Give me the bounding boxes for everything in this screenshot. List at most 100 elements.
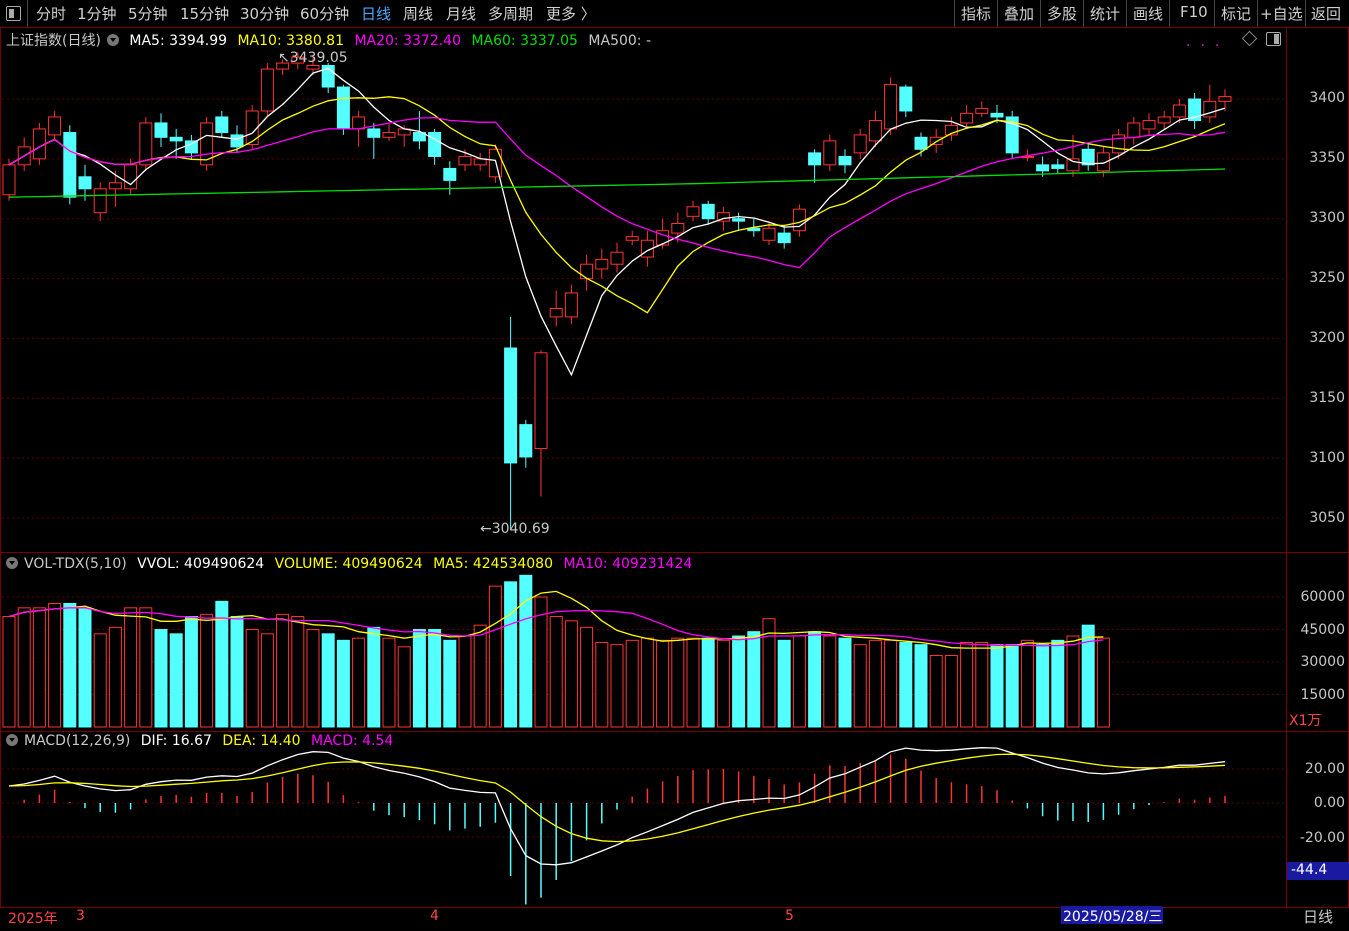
- price-axis-label: 3400: [1309, 90, 1345, 106]
- candle-body: [960, 112, 974, 124]
- candle-body: [1157, 116, 1171, 124]
- volume-axis-label: 15000: [1300, 687, 1345, 703]
- price-axis-label: 3150: [1309, 390, 1345, 406]
- candle-body: [595, 258, 609, 270]
- candle-body: [549, 308, 563, 318]
- candle-body: [671, 223, 685, 234]
- candle-body: [1051, 164, 1065, 169]
- candle-body: [108, 182, 122, 190]
- volume-bar: [914, 644, 928, 728]
- candle-body: [899, 86, 913, 112]
- price-axis-label: 3200: [1309, 330, 1345, 346]
- candle-body: [78, 176, 92, 190]
- volume-bar: [838, 637, 852, 728]
- candle-body: [777, 232, 791, 244]
- volume-bar: [412, 629, 426, 728]
- candle-body: [458, 155, 472, 166]
- volume-bar: [32, 607, 46, 728]
- volume-bar: [640, 637, 654, 728]
- candle-body: [488, 148, 502, 178]
- volume-bar: [291, 616, 305, 728]
- candle-body: [382, 132, 396, 138]
- volume-bar: [564, 620, 578, 728]
- candle-body: [823, 140, 837, 166]
- volume-bar: [944, 655, 958, 728]
- price-axis-label: 3350: [1309, 150, 1345, 166]
- volume-bar: [48, 603, 62, 728]
- candle-body: [1142, 120, 1156, 130]
- month-label-5: 5: [785, 908, 794, 924]
- volume-axis-label: 30000: [1300, 654, 1345, 670]
- legend-dropdown-icon[interactable]: [106, 34, 119, 46]
- volume-bar: [686, 637, 700, 728]
- volume-axis-label: 45000: [1300, 622, 1345, 638]
- volume-bar: [504, 581, 518, 728]
- volume-bar: [975, 642, 989, 728]
- volume-bar: [610, 644, 624, 728]
- volume-bar: [1096, 637, 1110, 728]
- volume-bar: [549, 616, 563, 728]
- volume-bar: [352, 637, 366, 728]
- candle-body: [2, 164, 16, 196]
- candle-body: [564, 292, 578, 318]
- price-axis-label: 3100: [1309, 450, 1345, 466]
- vol-ma5-value: MA5: 424534080: [433, 556, 553, 572]
- volume-bar: [1066, 635, 1080, 728]
- candle-body: [1218, 96, 1232, 102]
- volume-bar: [868, 639, 882, 728]
- year-label: 2025年: [8, 911, 58, 927]
- candle-body: [519, 424, 533, 458]
- ma500-value: MA500: -: [588, 33, 652, 49]
- candle-body: [1036, 164, 1050, 172]
- ma10-value: MA10: 3380.81: [237, 33, 344, 49]
- volume-bar: [382, 637, 396, 728]
- volume-bar: [732, 635, 746, 728]
- volume-bar: [899, 642, 913, 728]
- macd-cursor-value: -44.4: [1287, 862, 1349, 880]
- candle-body: [184, 140, 198, 154]
- high-annotation: ↖3439.05: [278, 50, 348, 66]
- volume-bar: [823, 635, 837, 728]
- candle-body: [48, 116, 62, 136]
- volume-bar: [78, 607, 92, 728]
- low-value: 3040.69: [491, 521, 550, 537]
- vol-ma10-value: MA10: 409231424: [563, 556, 693, 572]
- candle-body: [534, 352, 548, 450]
- low-annotation: ←3040.69: [480, 521, 550, 537]
- chart-title: 上证指数(日线): [6, 33, 101, 49]
- month-label-3: 3: [76, 908, 85, 924]
- volume-title: VOL-TDX(5,10): [24, 556, 127, 572]
- candle-body: [504, 347, 518, 464]
- candle-body: [610, 251, 624, 265]
- period-label[interactable]: 日线: [1287, 906, 1349, 926]
- volume-bar: [367, 626, 381, 728]
- selected-date: 2025/05/28/三: [1061, 906, 1163, 925]
- volume-bar: [276, 613, 290, 728]
- volume-bar: [321, 633, 335, 728]
- volume-bar: [428, 629, 442, 728]
- volume-bar: [306, 629, 320, 728]
- volume-unit: X1万: [1289, 713, 1322, 729]
- volume-bar: [200, 613, 214, 728]
- volume-dropdown-icon[interactable]: [6, 557, 18, 569]
- volume-bar: [63, 603, 77, 728]
- candle-body: [154, 122, 168, 138]
- candle-body: [625, 236, 639, 241]
- volume-bar: [336, 639, 350, 728]
- candle-body: [975, 108, 989, 114]
- candle-body: [868, 120, 882, 142]
- candle-body: [260, 68, 274, 112]
- volume-bar: [260, 633, 274, 728]
- panel-toggle-icon[interactable]: [1266, 32, 1281, 46]
- volume-bar: [473, 624, 487, 728]
- volume-bar: [139, 607, 153, 728]
- macd-dropdown-icon[interactable]: [6, 734, 18, 746]
- kline-chart[interactable]: [0, 0, 1349, 931]
- volume-bar: [1005, 644, 1019, 728]
- candle-body: [990, 112, 1004, 118]
- more-dots-icon[interactable]: ···: [1186, 38, 1229, 54]
- volume-bar: [443, 639, 457, 728]
- volume-bar: [671, 637, 685, 728]
- dea-value: DEA: 14.40: [222, 733, 301, 749]
- candle-body: [306, 64, 320, 70]
